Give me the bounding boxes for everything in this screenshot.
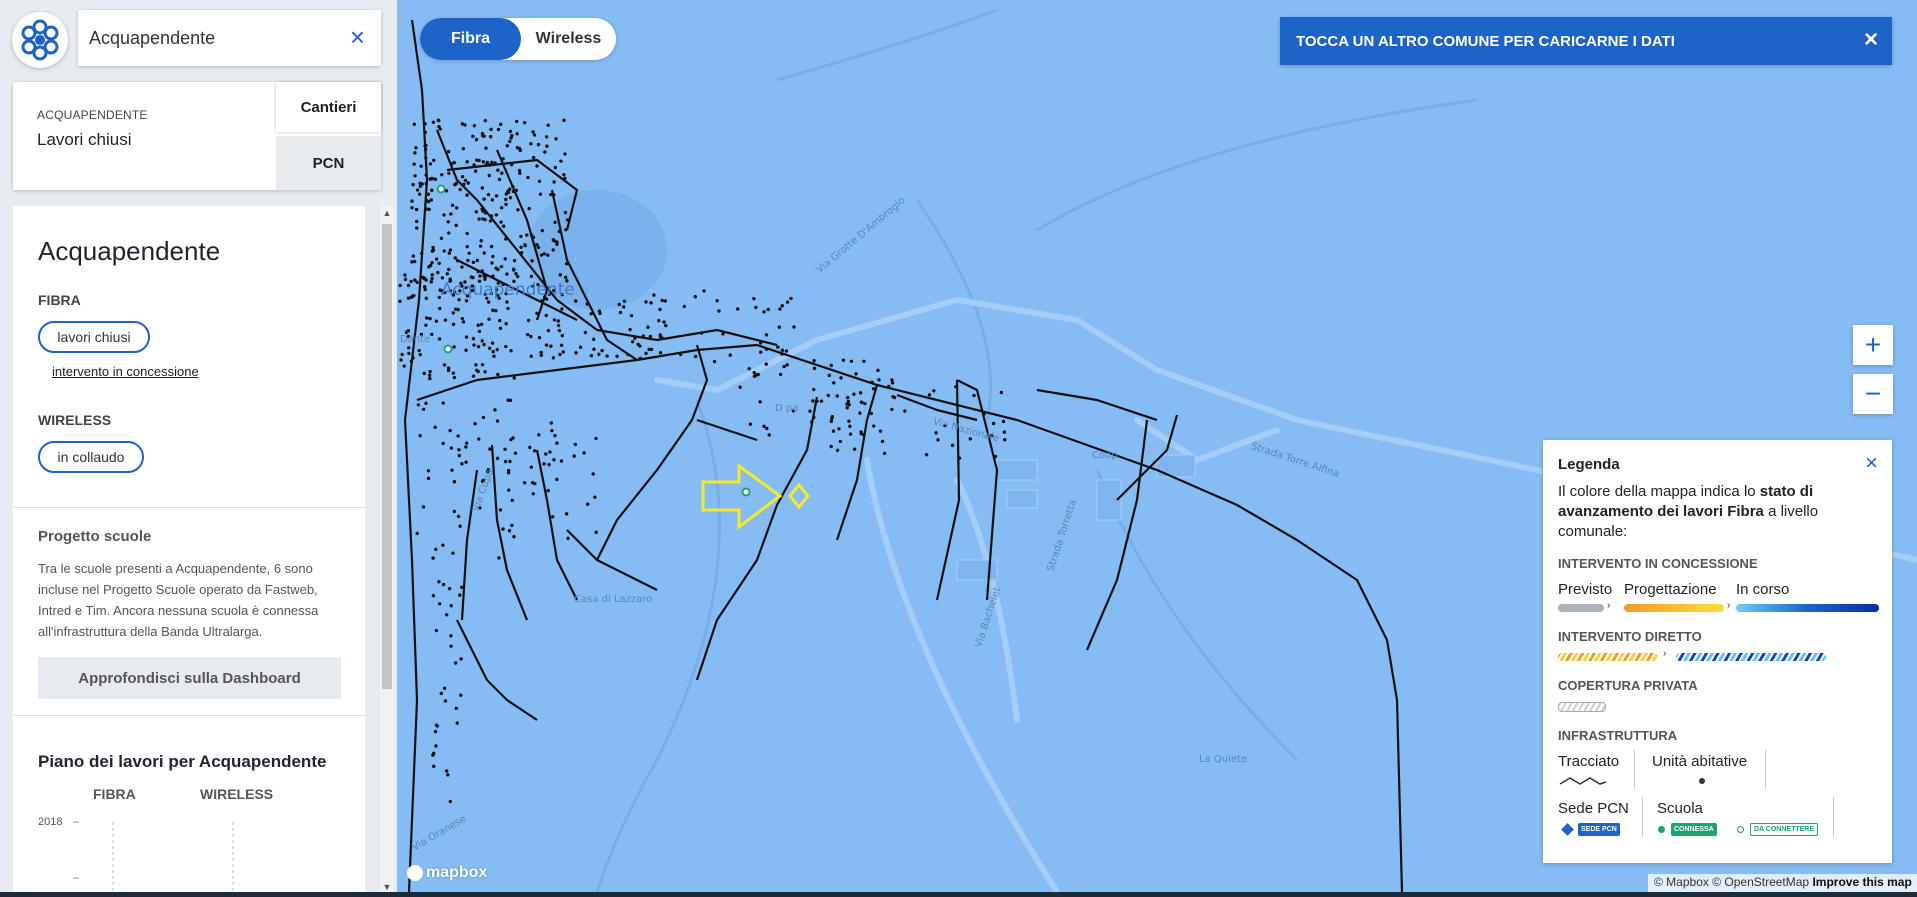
legend-bar-direct-progress — [1676, 653, 1826, 661]
school-connected-icon — [1658, 826, 1665, 833]
zoom-out-button[interactable]: − — [1853, 374, 1893, 414]
mapbox-logo-icon — [407, 865, 423, 881]
legend-private-heading: COPERTURA PRIVATA — [1558, 678, 1698, 693]
plan-chart-grid — [73, 821, 234, 897]
concession-link[interactable]: intervento in concessione — [52, 364, 199, 379]
legend-item-in-corso: In corso — [1736, 581, 1790, 598]
search-value: Acquapendente — [89, 27, 216, 48]
divider — [13, 507, 365, 508]
mapbox-logo[interactable]: mapbox — [407, 864, 487, 882]
legend-item-scuola: Scuola — [1657, 800, 1703, 817]
school-connected-badge: CONNESSA — [1671, 823, 1717, 836]
info-banner: TOCCA UN ALTRO COMUNE PER CARICARNE I DA… — [1280, 17, 1892, 65]
wireless-heading: WIRELESS — [38, 412, 112, 428]
mapbox-logo-text: mapbox — [426, 864, 488, 881]
legend-item-tracciato: Tracciato — [1558, 753, 1620, 770]
legend-desc-prefix: Il colore della mappa indica lo — [1558, 483, 1760, 500]
legend-bar-progettazione — [1624, 604, 1724, 612]
toggle-wireless[interactable]: Wireless — [521, 18, 616, 60]
legend-item-previsto: Previsto — [1558, 581, 1613, 598]
municipality-label: ACQUAPENDENTE — [37, 108, 148, 122]
legend-bar-previsto — [1558, 604, 1604, 612]
works-state: Lavori chiusi — [37, 130, 132, 149]
network-toggle: Fibra Wireless — [420, 18, 616, 60]
improve-map-link[interactable]: Improve this map — [1812, 875, 1911, 889]
legend-infra-heading: INFRASTRUTTURA — [1558, 728, 1678, 743]
map-attribution: © Mapbox © OpenStreetMap Improve this ma… — [1648, 874, 1917, 892]
pcn-diamond-icon — [1561, 823, 1574, 836]
plan-col-fibra: FIBRA — [93, 786, 136, 802]
legend-item-pcn: Sede PCN — [1558, 800, 1629, 817]
housing-dot-icon — [1699, 778, 1705, 784]
school-pending-badge: DA CONNETTERE — [1750, 823, 1819, 836]
status-card: ACQUAPENDENTE Lavori chiusi Cantieri PCN — [13, 82, 381, 190]
divider — [1634, 750, 1635, 790]
chevron-right-icon: › — [1663, 648, 1667, 659]
bottom-bar — [0, 892, 1917, 897]
map-label-place: La Quiete — [1199, 754, 1248, 765]
legend-item-progettazione: Progettazione — [1624, 581, 1717, 598]
route-line-icon — [1559, 777, 1607, 785]
school-pending-icon — [1737, 826, 1744, 833]
map-label-town: Acquapendente — [441, 280, 575, 300]
legend-description: Il colore della mappa indica lo stato di… — [1558, 482, 1878, 542]
close-icon[interactable]: × — [350, 24, 365, 50]
divider — [1833, 797, 1834, 837]
banner-text: TOCCA UN ALTRO COMUNE PER CARICARNE I DA… — [1296, 32, 1675, 50]
pcn-badge: SEDE PCN — [1578, 823, 1620, 836]
schools-heading: Progetto scuole — [38, 528, 152, 545]
attribution-mapbox[interactable]: © Mapbox — [1654, 875, 1709, 889]
legend-panel: Legenda × Il colore della mappa indica l… — [1543, 440, 1892, 863]
attribution-osm[interactable]: © OpenStreetMap — [1712, 875, 1809, 889]
tab-cantieri[interactable]: Cantieri — [276, 82, 381, 132]
legend-title: Legenda — [1558, 456, 1620, 473]
legend-bar-in-corso — [1736, 604, 1879, 612]
scroll-up-icon[interactable]: ▲ — [380, 206, 394, 220]
dashboard-button[interactable]: Approfondisci sulla Dashboard — [38, 657, 341, 699]
plan-col-wireless: WIRELESS — [200, 786, 274, 802]
legend-item-unita: Unità abitative — [1652, 753, 1748, 770]
legend-bar-private — [1558, 702, 1606, 712]
tab-pcn[interactable]: PCN — [276, 136, 381, 190]
scrollbar-thumb[interactable] — [382, 224, 392, 689]
zoom-in-button[interactable]: + — [1853, 325, 1893, 365]
search-input[interactable]: Acquapendente × — [78, 10, 381, 66]
wireless-status-pill: in collaudo — [38, 441, 144, 473]
schools-text: Tra le scuole presenti a Acquapendente, … — [38, 561, 319, 639]
side-panel: Acquapendente × ACQUAPENDENTE Lavori chi… — [0, 0, 397, 897]
divider — [13, 715, 365, 716]
map-label-road: Dante — [400, 334, 431, 345]
fibra-status-pill: lavori chiusi — [38, 321, 150, 353]
toggle-fibra[interactable]: Fibra — [420, 18, 521, 60]
info-panel: Acquapendente FIBRA lavori chiusi interv… — [13, 206, 365, 897]
chevron-right-icon: › — [1607, 600, 1611, 611]
close-icon[interactable]: × — [1865, 450, 1878, 476]
chevron-right-icon: › — [1727, 600, 1731, 611]
legend-bar-direct-design — [1558, 653, 1658, 661]
plan-title: Piano dei lavori per Acquapendente — [38, 752, 327, 771]
bul-logo-icon[interactable] — [12, 12, 68, 68]
map-label-road: D pa — [775, 403, 799, 414]
panel-scrollbar[interactable]: ▲ ▼ — [380, 206, 394, 894]
municipality-title: Acquapendente — [38, 236, 221, 266]
fibra-heading: FIBRA — [38, 292, 81, 308]
close-icon[interactable]: × — [1864, 28, 1878, 52]
map-label-place: Coop — [1092, 450, 1118, 461]
legend-direct-heading: INTERVENTO DIRETTO — [1558, 629, 1702, 644]
divider — [1642, 797, 1643, 837]
divider — [1765, 750, 1766, 790]
map-label-place: Casa di Lazzaro — [574, 594, 653, 605]
legend-concession-heading: INTERVENTO IN CONCESSIONE — [1558, 556, 1758, 571]
